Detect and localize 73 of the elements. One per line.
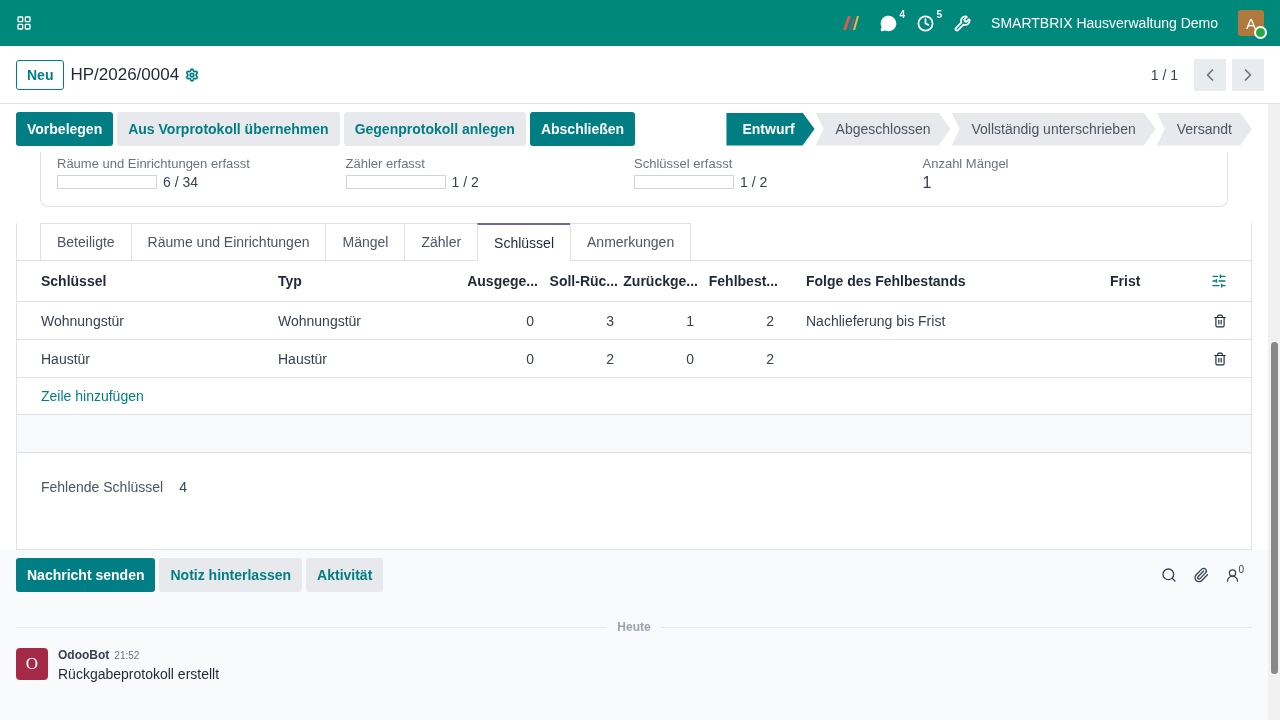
chatter-button[interactable]: Notiz hinterlassen bbox=[159, 558, 303, 592]
summary-label: Zähler erfasst bbox=[345, 156, 426, 171]
summary-label: Anzahl Mängel bbox=[922, 156, 1010, 171]
clock-icon[interactable] bbox=[917, 14, 935, 32]
action-button[interactable]: Abschließen bbox=[529, 112, 636, 146]
table-cell: Wohnungstür bbox=[254, 302, 462, 340]
delete-icon[interactable] bbox=[1213, 313, 1227, 328]
apps-menu-icon[interactable] bbox=[16, 15, 32, 31]
column-header[interactable]: Ausgege... bbox=[462, 261, 542, 302]
table-cell: Nachlieferung bis Frist bbox=[782, 302, 1086, 340]
defect-count: 1 bbox=[922, 174, 933, 192]
message-time: 21:52 bbox=[114, 650, 140, 661]
message-count: 4 bbox=[899, 8, 906, 20]
table-cell: 3 bbox=[542, 302, 622, 340]
new-button[interactable]: Neu bbox=[16, 59, 65, 90]
progress-reading: 6 / 34 bbox=[163, 174, 199, 190]
column-header[interactable]: Folge des Fehlbestands bbox=[782, 261, 1086, 302]
logo-icon[interactable] bbox=[842, 15, 861, 31]
record-name: HP/2026/0004 bbox=[70, 64, 180, 85]
scrollbar[interactable] bbox=[1268, 104, 1280, 720]
search-icon[interactable] bbox=[1161, 567, 1178, 583]
column-header[interactable]: Soll-Rüc... bbox=[542, 261, 622, 302]
followers-icon[interactable] bbox=[1225, 567, 1241, 583]
paperclip-icon[interactable] bbox=[1193, 567, 1210, 583]
stage-button[interactable]: Versandt bbox=[1156, 112, 1252, 146]
action-button[interactable]: Gegenprotokoll anlegen bbox=[343, 112, 526, 146]
next-button[interactable] bbox=[1232, 58, 1264, 91]
activity-count: 5 bbox=[936, 8, 943, 20]
table-cell: Wohnungstür bbox=[17, 302, 254, 340]
missing-keys-label: Fehlende Schlüssel bbox=[41, 479, 164, 495]
chatter-button[interactable]: Aktivität bbox=[306, 558, 384, 592]
previous-button[interactable] bbox=[1194, 58, 1226, 91]
company-name[interactable]: SMARTBRIX Hausverwaltung Demo bbox=[991, 15, 1218, 31]
author-avatar: O bbox=[16, 648, 48, 680]
action-button[interactable]: Aus Vorprotokoll übernehmen bbox=[117, 112, 340, 146]
stage-button[interactable]: Vollständig unterschrieben bbox=[951, 112, 1156, 146]
summary-label: Schlüssel erfasst bbox=[634, 156, 734, 171]
chat-bubble-icon[interactable] bbox=[880, 14, 898, 32]
tab[interactable]: Beteiligte bbox=[40, 223, 132, 261]
settings-icon[interactable] bbox=[185, 67, 200, 82]
pager-text[interactable]: 1 / 1 bbox=[1150, 66, 1178, 83]
table-cell: Haustür bbox=[17, 340, 254, 378]
followers-count: 0 bbox=[1238, 563, 1244, 575]
wrench-icon[interactable] bbox=[954, 14, 972, 32]
summary-label: Räume und Einrichtungen erfasst bbox=[57, 156, 251, 171]
column-header[interactable]: Zurückge... bbox=[622, 261, 702, 302]
message-author: OdooBot bbox=[58, 648, 110, 662]
table-cell: 0 bbox=[462, 340, 542, 378]
column-settings-icon[interactable] bbox=[1211, 273, 1227, 289]
table-cell: 2 bbox=[702, 302, 782, 340]
column-header[interactable]: Fehlbest... bbox=[702, 261, 782, 302]
user-avatar[interactable]: A bbox=[1238, 10, 1264, 36]
missing-keys-value: 4 bbox=[179, 479, 187, 495]
stage-button[interactable]: Abgeschlossen bbox=[815, 112, 951, 146]
progress-reading: 1 / 2 bbox=[451, 174, 479, 190]
table-cell: 1 bbox=[622, 302, 702, 340]
delete-icon[interactable] bbox=[1213, 351, 1227, 366]
progress-reading: 1 / 2 bbox=[740, 174, 768, 190]
table-cell: Haustür bbox=[254, 340, 462, 378]
table-cell: 0 bbox=[622, 340, 702, 378]
stage-button[interactable]: Entwurf bbox=[726, 112, 815, 146]
date-separator: Heute bbox=[617, 620, 651, 634]
chatter-button[interactable]: Nachricht senden bbox=[16, 558, 156, 592]
table-cell: 0 bbox=[462, 302, 542, 340]
column-header[interactable]: Schlüssel bbox=[17, 261, 254, 302]
column-header[interactable]: Frist bbox=[1086, 261, 1176, 302]
action-button[interactable]: Vorbelegen bbox=[16, 112, 114, 146]
table-cell: 2 bbox=[702, 340, 782, 378]
table-cell: 2 bbox=[542, 340, 622, 378]
tab[interactable]: Anmerkungen bbox=[570, 223, 692, 261]
column-header[interactable]: Typ bbox=[254, 261, 462, 302]
tab[interactable]: Schlüssel bbox=[477, 223, 571, 261]
message-text: Rückgabeprotokoll erstellt bbox=[58, 666, 220, 682]
